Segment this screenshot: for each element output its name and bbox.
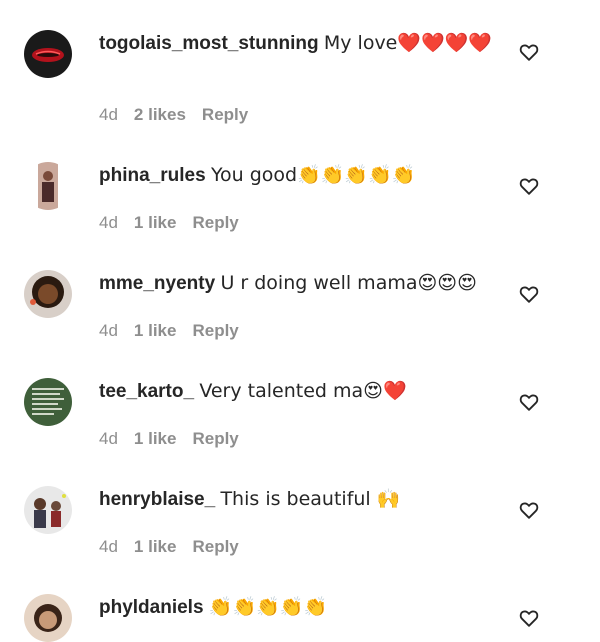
avatar[interactable]: [24, 594, 72, 642]
comment-body: henryblaise_ This is beautiful 🙌: [99, 486, 499, 513]
comment-body: togolais_most_stunning My love❤️❤️❤️❤️: [99, 30, 499, 57]
avatar[interactable]: [24, 486, 72, 534]
comment-text: U r doing well mama😍😍😍: [220, 272, 477, 294]
comment-text: My love❤️❤️❤️❤️: [323, 32, 493, 54]
comment-time: 4d: [99, 105, 118, 124]
heart-outline-icon[interactable]: [518, 175, 540, 197]
comment-username[interactable]: henryblaise_: [99, 489, 215, 510]
comment-time: 4d: [99, 429, 118, 448]
comment-username[interactable]: phina_rules: [99, 165, 206, 186]
comment-item: tee_karto_ Very talented ma😍❤️ 4d 1 like…: [0, 378, 600, 486]
comment-body: phina_rules You good👏👏👏👏👏: [99, 162, 499, 189]
comment-item: henryblaise_ This is beautiful 🙌 4d 1 li…: [0, 486, 600, 594]
heart-outline-icon[interactable]: [518, 499, 540, 521]
comment-username[interactable]: phyldaniels: [99, 597, 204, 618]
comment-username[interactable]: togolais_most_stunning: [99, 33, 319, 54]
comment-meta: 4d 1 like Reply: [99, 213, 239, 233]
comment-time: 4d: [99, 213, 118, 232]
comment-time: 4d: [99, 321, 118, 340]
comment-meta: 4d 1 like Reply: [99, 429, 239, 449]
heart-outline-icon[interactable]: [518, 283, 540, 305]
comment-text: You good👏👏👏👏👏: [210, 164, 416, 186]
comment-body: phyldaniels 👏👏👏👏👏: [99, 594, 499, 621]
avatar[interactable]: [24, 162, 72, 210]
comment-item: mme_nyenty U r doing well mama😍😍😍 4d 1 l…: [0, 270, 600, 378]
comment-meta: 4d 1 like Reply: [99, 537, 239, 557]
comment-meta: 4d 2 likes Reply: [99, 105, 248, 125]
comment-likes[interactable]: 1 like: [134, 537, 177, 557]
comment-likes[interactable]: 1 like: [134, 429, 177, 449]
comment-item: togolais_most_stunning My love❤️❤️❤️❤️ 4…: [0, 30, 600, 138]
comment-text: 👏👏👏👏👏: [208, 596, 328, 618]
comment-time: 4d: [99, 537, 118, 556]
comment-username[interactable]: tee_karto_: [99, 381, 194, 402]
reply-button[interactable]: Reply: [192, 321, 238, 341]
heart-outline-icon[interactable]: [518, 391, 540, 413]
comment-text: Very talented ma😍❤️: [199, 380, 407, 402]
reply-button[interactable]: Reply: [192, 213, 238, 233]
reply-button[interactable]: Reply: [192, 537, 238, 557]
comment-likes[interactable]: 2 likes: [134, 105, 186, 125]
avatar[interactable]: [24, 30, 72, 78]
reply-button[interactable]: Reply: [202, 105, 248, 125]
comment-likes[interactable]: 1 like: [134, 321, 177, 341]
heart-outline-icon[interactable]: [518, 607, 540, 629]
comment-username[interactable]: mme_nyenty: [99, 273, 215, 294]
comment-likes[interactable]: 1 like: [134, 213, 177, 233]
comment-body: mme_nyenty U r doing well mama😍😍😍: [99, 270, 499, 297]
heart-outline-icon[interactable]: [518, 41, 540, 63]
reply-button[interactable]: Reply: [192, 429, 238, 449]
comment-item: phyldaniels 👏👏👏👏👏: [0, 594, 600, 642]
comment-meta: 4d 1 like Reply: [99, 321, 239, 341]
comment-text: This is beautiful 🙌: [220, 488, 401, 510]
comment-item: phina_rules You good👏👏👏👏👏 4d 1 like Repl…: [0, 162, 600, 270]
comment-body: tee_karto_ Very talented ma😍❤️: [99, 378, 499, 405]
avatar[interactable]: [24, 270, 72, 318]
avatar[interactable]: [24, 378, 72, 426]
